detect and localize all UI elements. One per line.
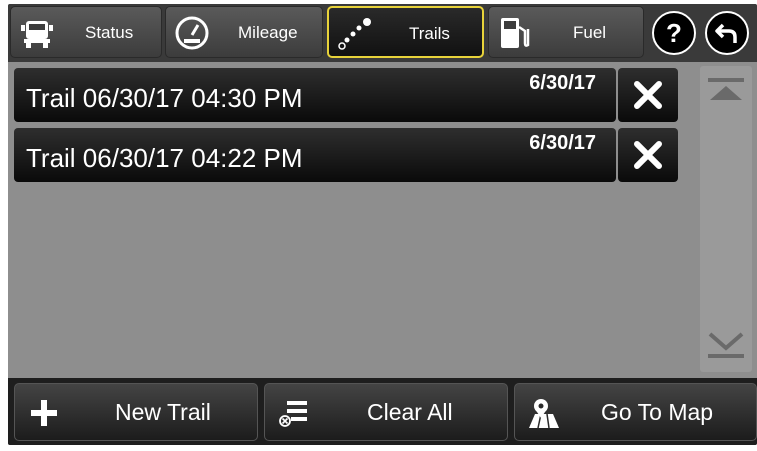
fuel-pump-icon [501,18,530,48]
scroll-bottom-icon[interactable] [704,326,748,362]
app-screen: Status Mileage Trails Fuel ? Trail 06/30… [8,4,757,445]
clear-all-label: Clear All [367,399,453,425]
go-to-map-button[interactable]: Go To Map [514,383,757,441]
trail-name: Trail 06/30/17 04:30 PM [26,83,303,113]
trail-row[interactable]: Trail 06/30/17 04:22 PM 6/30/17 [14,128,616,182]
trail-dots-icon [338,18,371,50]
help-button[interactable]: ? [652,11,696,55]
bottom-action-bar: New Trail Clear All Go To Map [8,378,757,445]
tab-mileage[interactable]: Mileage [165,6,323,58]
delete-trail-button[interactable] [618,68,678,122]
trail-date: 6/30/17 [529,72,596,94]
tab-fuel-label: Fuel [573,23,607,42]
tab-status[interactable]: Status [10,6,162,58]
map-pin-icon [529,399,559,429]
go-to-map-label: Go To Map [601,399,714,425]
back-button[interactable] [705,11,749,55]
trail-row[interactable]: Trail 06/30/17 04:30 PM 6/30/17 [14,68,616,122]
new-trail-label: New Trail [115,399,211,425]
back-arrow-icon [715,23,737,43]
tab-trails[interactable]: Trails [327,6,484,58]
help-icon: ? [666,17,682,48]
scroll-top-icon[interactable] [704,74,748,110]
plus-icon [31,400,57,426]
tab-status-label: Status [85,23,134,42]
close-icon [634,81,662,109]
tab-mileage-label: Mileage [238,23,298,42]
tab-trails-label: Trails [409,24,450,43]
trail-name: Trail 06/30/17 04:22 PM [26,143,303,173]
new-trail-button[interactable]: New Trail [14,383,258,441]
trail-date: 6/30/17 [529,132,596,154]
top-tab-bar: Status Mileage Trails Fuel ? [8,4,757,62]
close-icon [634,141,662,169]
gauge-icon [175,16,209,50]
scrollbar[interactable] [700,66,752,372]
clear-list-icon [279,401,307,427]
tab-fuel[interactable]: Fuel [488,6,644,58]
truck-icon [21,21,53,48]
delete-trail-button[interactable] [618,128,678,182]
clear-all-button[interactable]: Clear All [264,383,508,441]
